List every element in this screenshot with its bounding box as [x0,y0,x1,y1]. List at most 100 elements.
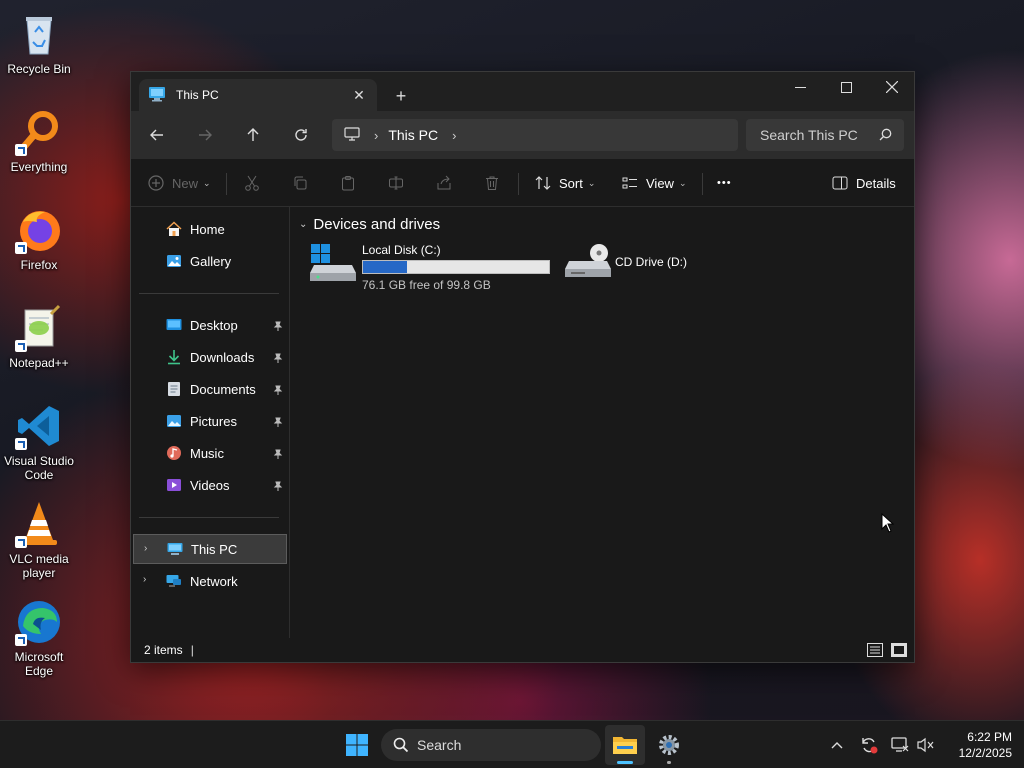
new-label: New [172,175,199,191]
tiles-view-button[interactable] [891,643,907,657]
taskbar-file-explorer[interactable] [605,725,645,765]
delete-button[interactable] [484,167,500,199]
shortcut-arrow-icon [15,634,27,646]
pin-icon[interactable] [273,415,283,430]
desktop-icon-firefox[interactable]: Firefox [0,202,78,294]
more-options-button[interactable]: ••• [717,167,732,199]
drive-name: CD Drive (D:) [615,255,687,269]
arrow-right-icon [199,129,212,141]
file-view: ⌄ Devices and drives Local Disk (C:) 76.… [291,207,914,638]
details-label: Details [856,175,896,191]
sidebar-item-network[interactable]: › Network [133,566,287,596]
share-button[interactable] [436,167,452,199]
drive-c[interactable]: Local Disk (C:) 76.1 GB free of 99.8 GB [310,243,550,292]
tab-this-pc[interactable]: This PC ✕ [139,79,377,111]
sync-alert-icon [862,738,878,754]
sidebar-item-gallery[interactable]: Gallery [133,246,287,276]
sidebar-divider [139,293,279,294]
drive-d[interactable]: CD Drive (D:) [565,243,687,286]
show-hidden-icons-button[interactable] [825,733,849,757]
toolbar-divider [702,173,703,195]
title-bar[interactable]: This PC ✕ + [131,72,914,111]
taskbar-search-box[interactable]: Search [381,729,601,761]
copy-button[interactable] [292,167,308,199]
paste-button[interactable] [340,167,356,199]
refresh-button[interactable] [286,121,316,149]
pin-icon[interactable] [273,319,283,334]
desktop-icon-label: Recycle Bin [7,62,71,76]
pin-icon[interactable] [273,479,283,494]
sidebar-item-music[interactable]: Music [133,438,287,468]
sidebar-item-desktop[interactable]: Desktop [133,310,287,340]
tray-network-button[interactable] [888,733,912,757]
home-icon [165,220,183,238]
desktop-icon-label: Microsoft Edge [14,650,64,678]
pin-icon[interactable] [273,383,283,398]
command-bar: New ⌄ Sort ⌄ View ⌄ ••• Details [131,159,914,207]
sidebar-item-documents[interactable]: Documents [133,374,287,404]
minimize-icon [794,86,806,88]
sidebar-item-pictures[interactable]: Pictures [133,406,287,436]
tray-update-icon-button[interactable] [857,733,881,757]
sidebar-item-label: Gallery [190,253,232,269]
chevron-right-icon[interactable]: › [374,128,378,143]
details-pane-button[interactable]: Details [832,167,896,199]
details-view-button[interactable] [867,643,883,657]
start-button[interactable] [340,729,374,761]
pictures-icon [165,412,183,430]
search-input[interactable]: Search This PC [746,119,904,151]
sidebar-item-downloads[interactable]: Downloads [133,342,287,372]
group-header-devices[interactable]: ⌄ Devices and drives [299,216,440,233]
sidebar-item-this-pc[interactable]: › This PC [133,534,287,564]
magnifier-icon [15,108,63,156]
clock-time: 6:22 PM [967,730,1012,744]
windows-logo-icon [346,734,368,756]
clock[interactable]: 6:22 PM 12/2/2025 [942,729,1012,761]
file-explorer-window: This PC ✕ + › This PC › Search This PC N… [130,71,915,663]
rename-button[interactable] [388,167,404,199]
chevron-down-icon[interactable]: ⌄ [299,219,307,230]
desktop-icon-edge[interactable]: Microsoft Edge [0,594,78,686]
back-button[interactable] [142,121,172,149]
shortcut-arrow-icon [15,340,27,352]
cut-button[interactable] [244,167,260,199]
documents-icon [165,380,183,398]
taskbar-settings[interactable] [649,725,689,765]
desktop-icon-label: Notepad++ [9,356,69,370]
new-tab-button[interactable]: + [389,84,413,108]
forward-button[interactable] [190,121,220,149]
chevron-right-icon[interactable]: › [452,128,456,143]
desktop-icon-notepadpp[interactable]: Notepad++ [0,300,78,392]
desktop-icon-label: Visual Studio Code [4,454,74,482]
address-bar[interactable]: › This PC › [332,119,738,151]
chevron-right-icon[interactable]: › [144,543,147,554]
minimize-button[interactable] [777,72,823,102]
desktop-icon-everything[interactable]: Everything [0,104,78,196]
pin-icon[interactable] [273,447,283,462]
up-button[interactable] [238,121,268,149]
maximize-button[interactable] [823,72,869,102]
breadcrumb-this-pc[interactable]: This PC [388,127,438,143]
new-button[interactable]: New ⌄ [148,167,211,199]
sort-button[interactable]: Sort ⌄ [535,167,595,199]
tab-close-button[interactable]: ✕ [347,83,371,107]
desktop-icon-vlc[interactable]: VLC media player [0,496,78,588]
plus-circle-icon [148,175,164,191]
sidebar-item-home[interactable]: Home [133,214,287,244]
pin-icon[interactable] [273,351,283,366]
tray-volume-button[interactable] [914,733,938,757]
close-button[interactable] [869,72,915,102]
vlc-icon [15,500,63,548]
view-label: View [646,175,674,191]
drive-c-info: Local Disk (C:) 76.1 GB free of 99.8 GB [362,243,550,292]
view-button[interactable]: View ⌄ [622,167,687,199]
cd-drive-icon [565,243,611,286]
desktop-icon-label: Firefox [20,258,58,272]
shortcut-arrow-icon [15,438,27,450]
navigation-pane: Home Gallery Desktop Downloads Documents… [131,207,290,638]
desktop-icon-vscode[interactable]: Visual Studio Code [0,398,78,490]
desktop-icon-recycle-bin[interactable]: Recycle Bin [0,6,78,98]
chevron-right-icon[interactable]: › [143,574,146,585]
sort-label: Sort [559,175,583,191]
sidebar-item-videos[interactable]: Videos [133,470,287,500]
